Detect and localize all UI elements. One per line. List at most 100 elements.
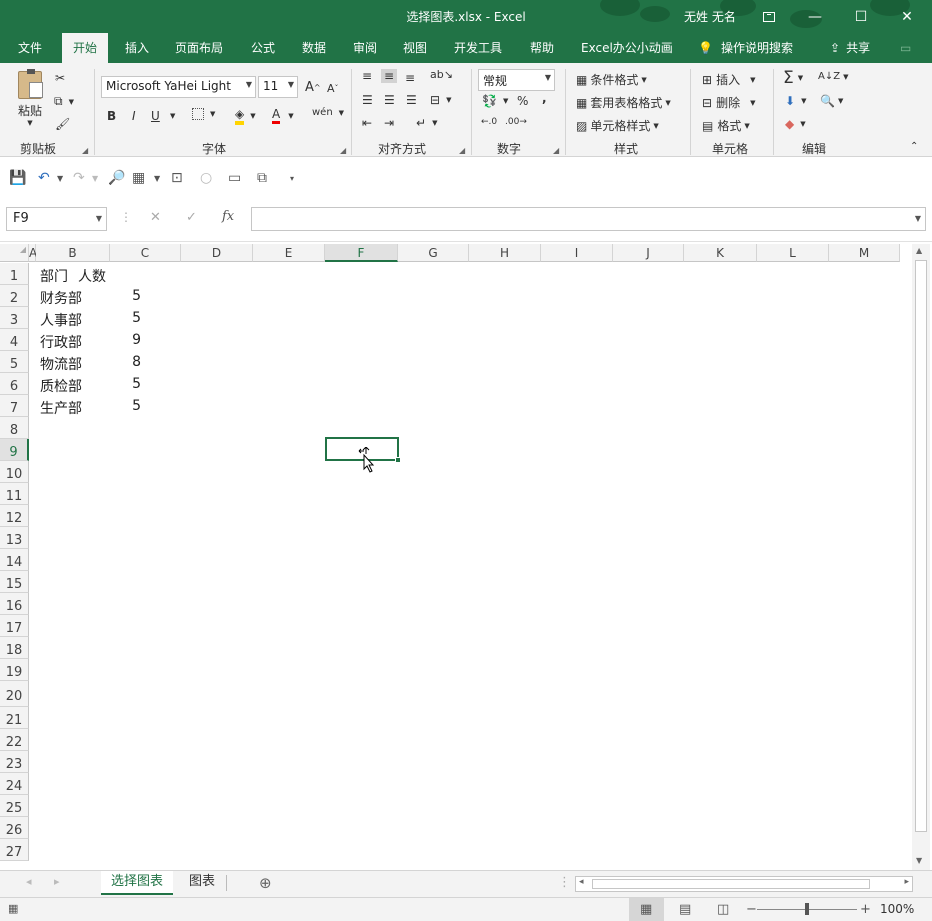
row-header-20[interactable]: 20 bbox=[0, 681, 29, 707]
insert-function-button[interactable]: fx bbox=[222, 209, 234, 224]
maximize-button[interactable]: ☐ bbox=[838, 0, 884, 33]
increase-decimal-button[interactable]: ←.0 bbox=[481, 117, 497, 127]
column-header-a[interactable]: A bbox=[29, 244, 37, 262]
alignment-launcher-icon[interactable]: ◢ bbox=[459, 146, 465, 155]
bottom-align-button[interactable]: ≡ bbox=[405, 71, 415, 85]
column-header-i[interactable]: I bbox=[541, 244, 613, 262]
row-header-6[interactable]: 6 bbox=[0, 373, 29, 395]
decrease-font-size-button[interactable]: Aˇ bbox=[327, 82, 339, 95]
row-header-4[interactable]: 4 bbox=[0, 329, 29, 351]
horizontal-scroll-thumb[interactable] bbox=[592, 879, 870, 889]
tab-page-layout[interactable]: 页面布局 bbox=[175, 33, 223, 63]
find-select-button[interactable]: 🔍 ▼ bbox=[820, 94, 843, 108]
row-header-19[interactable]: 19 bbox=[0, 659, 29, 681]
row-header-27[interactable]: 27 bbox=[0, 839, 29, 861]
redo-dropdown-icon[interactable]: ▼ bbox=[92, 174, 98, 183]
column-header-g[interactable]: G bbox=[398, 244, 469, 262]
row-header-1[interactable]: 1 bbox=[0, 263, 29, 285]
paste-button[interactable]: 粘贴 ▼ bbox=[14, 69, 46, 127]
customize-qat-icon[interactable]: ▾ bbox=[290, 174, 294, 183]
tab-developer[interactable]: 开发工具 bbox=[454, 33, 502, 63]
insert-cells-button[interactable]: ⊞ 插入 ▼ bbox=[702, 71, 755, 88]
tell-me-search[interactable]: 💡 操作说明搜索 bbox=[698, 33, 793, 63]
zoom-level[interactable]: 100% bbox=[880, 902, 914, 916]
tab-review[interactable]: 审阅 bbox=[353, 33, 377, 63]
row-header-18[interactable]: 18 bbox=[0, 637, 29, 659]
enter-entry-button[interactable]: ✓ bbox=[186, 210, 197, 225]
form-icon[interactable]: ⊡ bbox=[171, 170, 183, 186]
column-header-j[interactable]: J bbox=[613, 244, 684, 262]
formula-input[interactable]: ▼ bbox=[251, 207, 926, 231]
fill-color-button[interactable]: ◈ ▼ bbox=[235, 107, 256, 125]
headcount-cell[interactable]: 5 bbox=[75, 288, 141, 304]
accounting-format-button[interactable]: 💱 ▼ bbox=[482, 94, 508, 108]
scroll-right-icon[interactable]: ▸ bbox=[904, 877, 909, 887]
column-header-b[interactable]: B bbox=[36, 244, 110, 262]
tab-excel-animations[interactable]: Excel办公小动画 bbox=[581, 33, 673, 63]
column-header-l[interactable]: L bbox=[757, 244, 829, 262]
clear-button[interactable]: ◆ ▼ bbox=[785, 117, 806, 131]
tab-help[interactable]: 帮助 bbox=[530, 33, 554, 63]
middle-align-button[interactable]: ≡ bbox=[381, 69, 398, 83]
row-header-16[interactable]: 16 bbox=[0, 593, 29, 615]
row-header-14[interactable]: 14 bbox=[0, 549, 29, 571]
clipboard-launcher-icon[interactable]: ◢ bbox=[82, 146, 88, 155]
row-header-25[interactable]: 25 bbox=[0, 795, 29, 817]
worksheet-grid[interactable]: ◢ ABCDEFGHIJKLM 1 2 3 4 5 6 7 8 9 10 11 12 13 14 15 16 1… bbox=[0, 244, 912, 870]
share-button[interactable]: ⇪ 共享 bbox=[830, 33, 870, 63]
row-header-11[interactable]: 11 bbox=[0, 483, 29, 505]
sheet-tab-chart[interactable]: 图表 bbox=[179, 871, 225, 895]
sort-filter-button[interactable]: A↓Z ▼ bbox=[818, 71, 848, 82]
row-header-22[interactable]: 22 bbox=[0, 729, 29, 751]
row-header-10[interactable]: 10 bbox=[0, 461, 29, 483]
circle-icon[interactable]: ○ bbox=[200, 170, 212, 186]
tab-formulas[interactable]: 公式 bbox=[251, 33, 275, 63]
row-header-3[interactable]: 3 bbox=[0, 307, 29, 329]
chart-dropdown-icon[interactable]: ▼ bbox=[154, 174, 160, 183]
column-header-m[interactable]: M bbox=[829, 244, 900, 262]
conditional-formatting-button[interactable]: ▦ 条件格式 ▼ bbox=[576, 71, 647, 88]
sheet-tab-select-chart[interactable]: 选择图表 bbox=[101, 871, 174, 895]
format-painter-button[interactable]: 🖌 bbox=[55, 117, 70, 131]
tab-view[interactable]: 视图 bbox=[403, 33, 427, 63]
align-center-button[interactable]: ☰ bbox=[384, 93, 395, 107]
name-box[interactable]: F9 ▼ bbox=[6, 207, 107, 231]
comment-icon[interactable]: ▭ bbox=[900, 33, 911, 63]
row-header-15[interactable]: 15 bbox=[0, 571, 29, 593]
horizontal-scrollbar[interactable]: ◂ ▸ bbox=[575, 876, 913, 892]
column-header-f[interactable]: F bbox=[325, 244, 398, 262]
new-sheet-button[interactable]: ⊕ bbox=[259, 874, 272, 892]
phonetic-guide-button[interactable]: wén ▼ bbox=[312, 107, 344, 118]
vertical-scrollbar[interactable]: ▲ ▼ bbox=[912, 244, 930, 870]
headcount-cell[interactable]: 9 bbox=[75, 332, 141, 348]
minimize-button[interactable]: — bbox=[792, 0, 838, 33]
row-header-5[interactable]: 5 bbox=[0, 351, 29, 373]
next-sheet-icon[interactable]: ▸ bbox=[54, 875, 60, 888]
font-launcher-icon[interactable]: ◢ bbox=[340, 146, 346, 155]
orientation-button[interactable]: ab↘ bbox=[430, 68, 453, 81]
tab-data[interactable]: 数据 bbox=[302, 33, 326, 63]
zoom-out-button[interactable]: − bbox=[746, 902, 757, 917]
macro-recording-icon[interactable]: ▦ bbox=[8, 902, 18, 915]
header-cell-headcount[interactable]: 人数 bbox=[78, 266, 148, 286]
delete-cells-button[interactable]: ⊟ 删除 ▼ bbox=[702, 94, 755, 111]
row-header-24[interactable]: 24 bbox=[0, 773, 29, 795]
bold-button[interactable]: B bbox=[107, 109, 116, 123]
italic-button[interactable]: I bbox=[132, 109, 136, 123]
cell-styles-button[interactable]: ▨ 单元格样式 ▼ bbox=[576, 117, 659, 134]
column-header-e[interactable]: E bbox=[253, 244, 325, 262]
row-header-17[interactable]: 17 bbox=[0, 615, 29, 637]
undo-icon[interactable]: ↶ bbox=[38, 170, 50, 186]
comma-style-button[interactable]: , bbox=[542, 91, 547, 105]
column-header-d[interactable]: D bbox=[181, 244, 253, 262]
scroll-left-icon[interactable]: ◂ bbox=[579, 877, 584, 887]
fill-handle[interactable] bbox=[395, 457, 401, 463]
column-header-c[interactable]: C bbox=[110, 244, 181, 262]
select-all-corner[interactable]: ◢ bbox=[0, 244, 29, 262]
vertical-scroll-thumb[interactable] bbox=[915, 260, 927, 832]
tab-home[interactable]: 开始 bbox=[62, 33, 109, 63]
format-cells-button[interactable]: ▤ 格式 ▼ bbox=[702, 117, 750, 134]
cut-button[interactable]: ✂ bbox=[55, 71, 65, 85]
chart-icon[interactable]: ▦ bbox=[132, 170, 145, 186]
save-icon[interactable]: 💾 bbox=[9, 170, 26, 186]
